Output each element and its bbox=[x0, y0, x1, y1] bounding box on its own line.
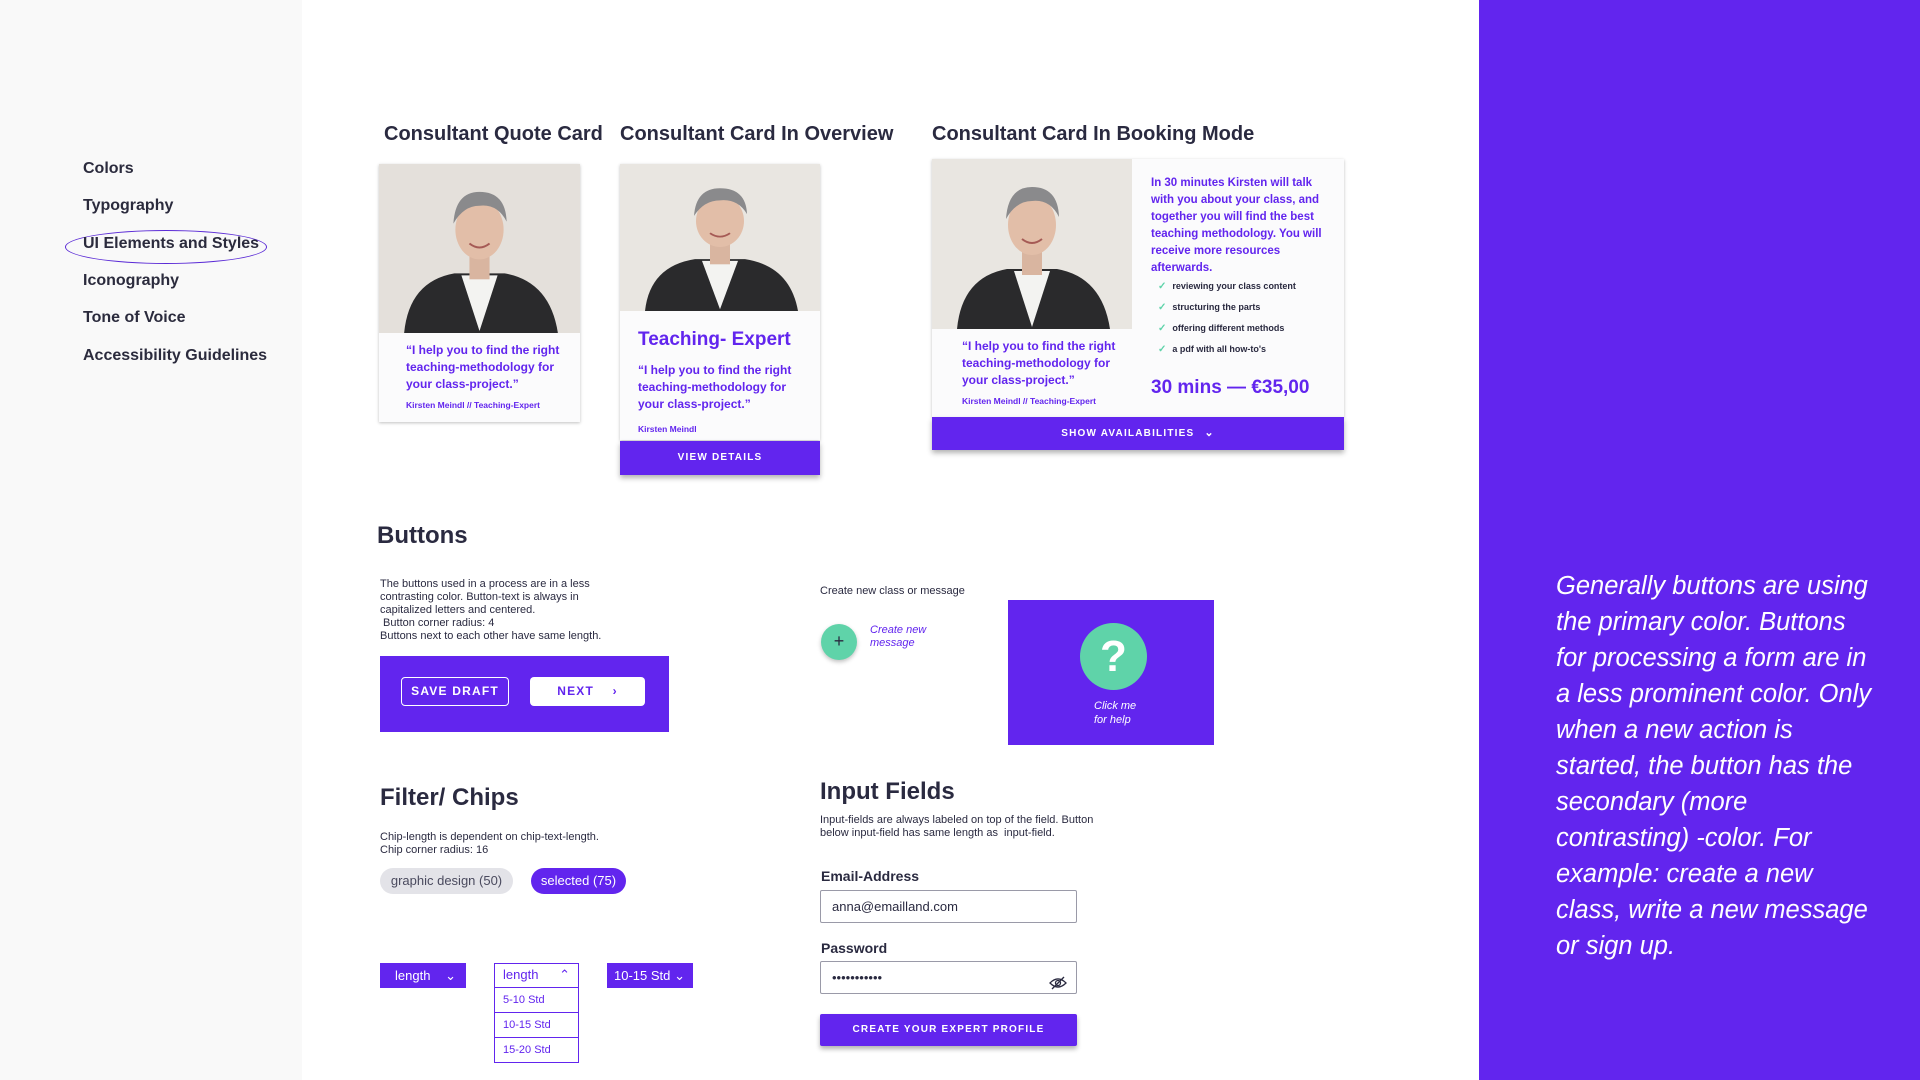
quote-author: Kirsten Meindl // Teaching-Expert bbox=[406, 400, 540, 410]
chip-graphic-design[interactable]: graphic design (50) bbox=[380, 868, 513, 894]
chevron-down-icon: ⌄ bbox=[445, 968, 456, 983]
chevron-up-icon: ⌃ bbox=[559, 967, 570, 982]
create-expert-profile-button[interactable]: CREATE YOUR EXPERT PROFILE bbox=[820, 1014, 1077, 1046]
chip-selected[interactable]: selected (75) bbox=[531, 868, 626, 894]
show-availabilities-label: SHOW AVAILABILITIES bbox=[1061, 428, 1195, 439]
eye-off-icon[interactable] bbox=[1049, 970, 1067, 1001]
booking-checklist: ✓ reviewing your class content ✓ structuri… bbox=[1158, 281, 1296, 365]
buttons-title: Buttons bbox=[377, 522, 468, 549]
consultant-name: Kirsten Meindl bbox=[638, 424, 697, 434]
show-availabilities-button[interactable]: SHOW AVAILABILITIES ⌄ bbox=[932, 417, 1344, 450]
sidebar-item-accessibility[interactable]: Accessibility Guidelines bbox=[83, 347, 267, 365]
dropdown-option[interactable]: 5-10 Std bbox=[495, 988, 578, 1013]
chevron-down-icon: ⌄ bbox=[1204, 427, 1215, 439]
question-mark-icon: ? bbox=[1100, 632, 1127, 681]
plus-icon: + bbox=[833, 631, 845, 651]
length-dropdown-closed[interactable]: length ⌄ bbox=[380, 963, 466, 988]
dropdown-option[interactable]: 10-15 Std bbox=[495, 1013, 578, 1038]
next-button[interactable]: NEXT › bbox=[530, 677, 645, 706]
next-label: NEXT bbox=[557, 684, 595, 698]
booking-price: 30 mins — €35,00 bbox=[1151, 377, 1310, 398]
help-label: Click me for help bbox=[1094, 700, 1137, 726]
checklist-item: ✓ reviewing your class content bbox=[1158, 281, 1296, 292]
check-icon: ✓ bbox=[1158, 323, 1167, 334]
dropdown-value: length bbox=[503, 967, 539, 982]
create-new-fab[interactable]: + bbox=[821, 624, 857, 660]
chips-title: Filter/ Chips bbox=[380, 784, 519, 811]
booking-card-title: Consultant Card In Booking Mode bbox=[932, 123, 1255, 145]
email-field[interactable]: anna@emailland.com bbox=[820, 890, 1077, 923]
sidebar-item-ui-elements[interactable]: UI Elements and Styles bbox=[83, 235, 259, 253]
password-value: ••••••••••• bbox=[832, 970, 883, 985]
chevron-down-icon: ⌄ bbox=[674, 968, 685, 983]
inputs-description: Input-fields are always labeled on top o… bbox=[820, 814, 1094, 839]
buttons-description: The buttons used in a process are in a l… bbox=[380, 578, 602, 642]
sidebar-item-colors[interactable]: Colors bbox=[83, 160, 134, 178]
button-example-panel: SAVE DRAFT NEXT › bbox=[380, 656, 669, 732]
help-panel: ? Click me for help bbox=[1008, 600, 1214, 745]
view-details-button[interactable]: VIEW DETAILS bbox=[620, 441, 820, 475]
password-label: Password bbox=[821, 940, 888, 956]
info-panel-text: Generally buttons are using the primary … bbox=[1556, 572, 1872, 960]
consultant-photo bbox=[379, 164, 580, 333]
checklist-item: ✓ a pdf with all how-to's bbox=[1158, 344, 1267, 355]
checklist-item: ✓ offering different methods bbox=[1158, 323, 1285, 334]
help-button[interactable]: ? bbox=[1080, 623, 1147, 690]
inputs-title: Input Fields bbox=[820, 778, 955, 805]
quote-card-title: Consultant Quote Card bbox=[384, 123, 603, 145]
check-icon: ✓ bbox=[1158, 302, 1167, 313]
save-draft-button[interactable]: SAVE DRAFT bbox=[401, 677, 509, 706]
booking-description: In 30 minutes Kirsten will talk with you… bbox=[1151, 177, 1322, 274]
length-dropdown-selected[interactable]: 10-15 Std ⌄ bbox=[607, 963, 693, 988]
consultant-booking-card: “I help you to find the right teaching-m… bbox=[932, 159, 1344, 417]
dropdown-menu: 5-10 Std 10-15 Std 15-20 Std bbox=[494, 988, 579, 1063]
dropdown-value: 10-15 Std bbox=[614, 968, 671, 983]
sidebar-item-tone-of-voice[interactable]: Tone of Voice bbox=[83, 309, 186, 327]
check-icon: ✓ bbox=[1158, 281, 1167, 292]
password-field[interactable]: ••••••••••• bbox=[820, 961, 1077, 994]
quote-text: “I help you to find the right teaching-m… bbox=[638, 363, 792, 411]
dropdown-option[interactable]: 15-20 Std bbox=[495, 1038, 578, 1062]
chips-description: Chip-length is dependent on chip-text-le… bbox=[380, 831, 599, 856]
consultant-photo bbox=[620, 164, 820, 311]
consultant-photo bbox=[932, 159, 1132, 329]
sidebar: Colors Typography UI Elements and Styles… bbox=[0, 0, 302, 1080]
sidebar-item-iconography[interactable]: Iconography bbox=[83, 272, 179, 290]
quote-text: “I help you to find the right teaching-m… bbox=[962, 339, 1116, 387]
checklist-item: ✓ structuring the parts bbox=[1158, 302, 1261, 313]
overview-card-title: Consultant Card In Overview bbox=[620, 123, 894, 145]
email-label: Email-Address bbox=[821, 868, 920, 884]
consultant-overview-card: Teaching- Expert “I help you to find the… bbox=[620, 164, 820, 440]
sidebar-item-typography[interactable]: Typography bbox=[83, 197, 173, 215]
consultant-role: Teaching- Expert bbox=[638, 329, 791, 350]
quote-text: “I help you to find the right teaching-m… bbox=[406, 343, 560, 391]
chevron-right-icon: › bbox=[612, 684, 618, 698]
length-dropdown-open[interactable]: length ⌃ bbox=[494, 963, 579, 988]
quote-author: Kirsten Meindl // Teaching-Expert bbox=[962, 396, 1096, 406]
create-caption: Create new class or message bbox=[820, 585, 965, 597]
check-icon: ✓ bbox=[1158, 344, 1167, 355]
create-fab-label: Create new message bbox=[870, 624, 927, 649]
consultant-quote-card: “I help you to find the right teaching-m… bbox=[379, 164, 580, 422]
dropdown-value: length bbox=[395, 968, 431, 983]
